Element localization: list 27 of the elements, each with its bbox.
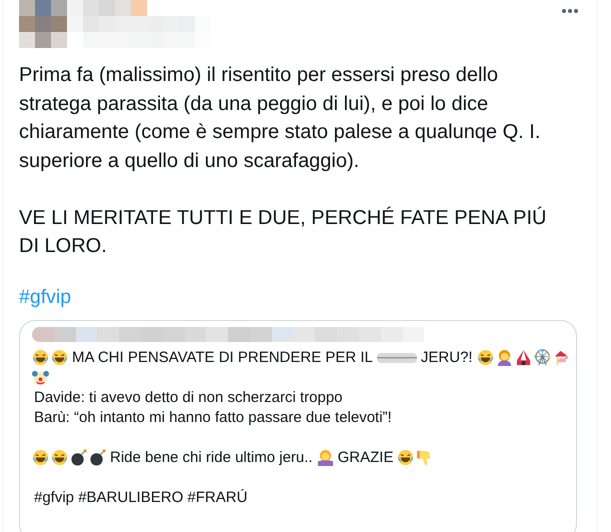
quote-text: GRAZIE [338, 448, 394, 468]
quote-text: #gfvip #BARULIBERO #FRARÚ [34, 488, 248, 508]
tweet-text: Prima fa (malissimo) il risentito per essersi preso dello stratega parassita (da una peggio di lui), e poi lo dice chiaramente (come è sempre stato palese a qualunqe Q. I. superiore a quello di uno scarafaggio). [19, 63, 542, 174]
quote-text: MA CHI PENSAVATE DI PRENDERE PER IL [72, 348, 373, 368]
clown-face-icon [32, 369, 49, 386]
laughing-emoji-icon [51, 349, 68, 366]
laughing-emoji-icon [32, 349, 49, 366]
laughing-emoji-icon [51, 449, 68, 466]
blurred-avatar [19, 0, 67, 48]
carousel-horse-icon [552, 349, 570, 366]
quote-text: Davide: ti avevo detto di non scherzarci troppo [34, 388, 343, 408]
bomb-icon [70, 449, 87, 466]
tweet-text: VE LI MERITATE TUTTI E DUE, PERCHÉ FATE PENA PIÚ DI LORO. [19, 206, 548, 259]
laughing-emoji-icon [397, 449, 414, 466]
shrugging-emoji-icon [316, 449, 334, 466]
quoted-tweet-card[interactable] [19, 320, 577, 532]
circus-tent-icon [514, 349, 532, 366]
more-icon[interactable] [561, 8, 579, 14]
hashtag-link[interactable]: #gfvip [19, 282, 72, 310]
bomb-icon [89, 449, 106, 466]
quote-text: JERU?! [420, 348, 473, 368]
quote-text: Barù: “oh intanto mi hanno fatto passare due televoti”! [34, 408, 392, 428]
ferris-wheel-icon [534, 349, 551, 366]
laughing-emoji-icon [476, 349, 494, 366]
laughing-emoji-icon [32, 449, 49, 466]
quote-text: Ride bene chi ride ultimo jeru.. [110, 448, 313, 468]
facepalm-emoji-icon [496, 349, 513, 366]
